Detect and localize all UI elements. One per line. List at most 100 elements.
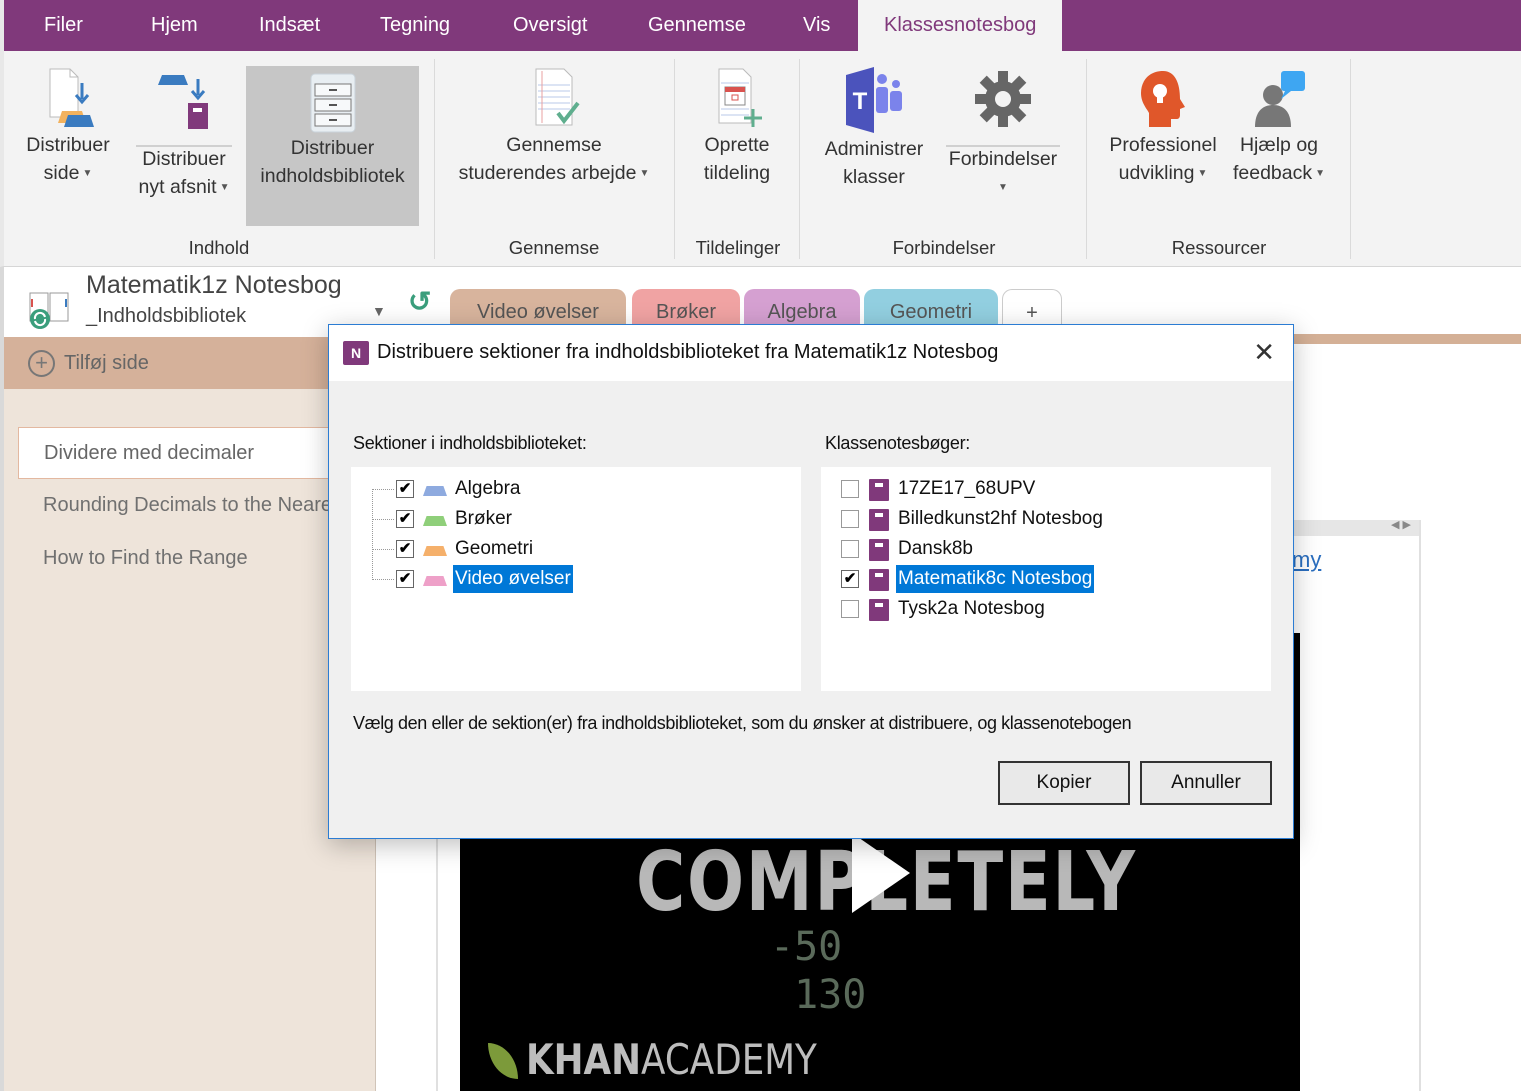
section-checkbox[interactable]: ✔ xyxy=(396,570,414,588)
group-label-ressourcer: Ressourcer xyxy=(1171,237,1267,258)
forbindelser-label: Forbindelser xyxy=(948,148,1058,170)
tab-gennemse[interactable]: Gennemse xyxy=(644,0,750,51)
notebook-subtitle: _Indholdsbibliotek xyxy=(86,305,247,327)
group-separator xyxy=(1350,59,1351,259)
undo-sync-icon[interactable]: ↺ xyxy=(408,285,431,318)
notebook-icon xyxy=(869,479,889,501)
chevron-down-icon: ▼ xyxy=(998,181,1008,193)
notebook-row[interactable]: ✔ Matematik8c Notesbog xyxy=(840,565,1260,595)
opret-tildeling-button[interactable]: Oprette tildeling xyxy=(690,65,784,187)
plus-circle-icon: + xyxy=(28,350,55,377)
create-assignment-icon xyxy=(718,68,762,127)
section-row[interactable]: ✔ Video øvelser xyxy=(395,565,695,595)
group-label-tildelinger: Tildelinger xyxy=(695,237,781,258)
chevron-down-icon: ▼ xyxy=(1197,167,1208,179)
add-page-button[interactable]: + Tilføj side xyxy=(4,337,376,389)
notebook-title[interactable]: Matematik1z Notesbog xyxy=(86,271,342,300)
tree-connector xyxy=(372,519,394,520)
chevron-down-icon: ▼ xyxy=(82,167,93,179)
tab-filer[interactable]: Filer xyxy=(40,0,87,51)
section-color-icon xyxy=(423,546,447,556)
notebook-icon xyxy=(869,509,889,531)
cancel-button[interactable]: Annuller xyxy=(1140,761,1272,805)
gennemse-arbejde-button[interactable]: Gennemse studerendes arbejde ▼ xyxy=(450,65,658,188)
professionel-udvikling-button[interactable]: Professionel udvikling ▼ xyxy=(1102,65,1224,188)
dialog-titlebar: N Distribuere sektioner fra indholdsbibl… xyxy=(329,325,1293,381)
notebook-checkbox[interactable] xyxy=(841,510,859,528)
notebook-icon xyxy=(869,599,889,621)
group-label-forbindelser: Forbindelser xyxy=(892,237,996,258)
hjaelp-label1: Hjælp og xyxy=(1239,134,1319,156)
distribuer-side-button[interactable]: Distribuer side ▼ xyxy=(20,65,116,188)
logo-rest: ACADEMY xyxy=(641,1035,817,1084)
notebooks-label: Klassenotesbøger: xyxy=(825,433,970,453)
review-document-icon xyxy=(535,68,580,126)
tab-tegning[interactable]: Tegning xyxy=(376,0,454,51)
distribute-page-icon xyxy=(49,68,94,127)
group-separator xyxy=(434,59,435,259)
section-checkbox[interactable]: ✔ xyxy=(396,540,414,558)
tab-indsaet[interactable]: Indsæt xyxy=(255,0,324,51)
section-checkbox[interactable]: ✔ xyxy=(396,510,414,528)
section-tab-label: Geometri xyxy=(889,301,973,323)
notebook-label: 17ZE17_68UPV xyxy=(898,478,1036,499)
group-separator xyxy=(1086,59,1087,259)
section-tab-label: Video øvelser xyxy=(477,301,599,323)
logo-bold: KHAN xyxy=(526,1035,642,1084)
forbindelser-button[interactable]: Forbindelser ▼ xyxy=(942,65,1064,202)
group-label-indhold: Indhold xyxy=(188,237,250,258)
administrer-klasser-button[interactable]: T Administrer klasser xyxy=(814,65,934,191)
section-checkbox[interactable]: ✔ xyxy=(396,480,414,498)
notebook-row[interactable]: 17ZE17_68UPV xyxy=(840,475,1260,505)
group-separator xyxy=(674,59,675,259)
tab-klassesnotesbog[interactable]: Klassesnotesbog xyxy=(858,0,1063,51)
notebook-label: Matematik8c Notesbog xyxy=(896,565,1095,593)
notebook-label: Tysk2a Notesbog xyxy=(898,598,1045,619)
opret-tildeling-label1: Oprette xyxy=(704,134,770,156)
tab-oversigt[interactable]: Oversigt xyxy=(509,0,591,51)
gear-icon xyxy=(975,71,1031,127)
section-row[interactable]: ✔ Geometri xyxy=(395,535,695,565)
khan-academy-logo: KHANACADEMY xyxy=(526,1035,817,1084)
teams-icon: T xyxy=(846,67,902,133)
notebook-icon xyxy=(869,569,889,591)
notebook-row[interactable]: Billedkunst2hf Notesbog xyxy=(840,505,1260,535)
video-link[interactable]: my xyxy=(1292,547,1321,573)
notebook-icon xyxy=(869,539,889,561)
chalk-line: 130 xyxy=(794,972,867,1018)
scroll-arrows-icon[interactable]: ◀ ▶ xyxy=(1391,518,1411,531)
tree-connector xyxy=(372,549,394,550)
notebook-checkbox[interactable] xyxy=(841,480,859,498)
notebook-row[interactable]: Dansk8b xyxy=(840,535,1260,565)
ribbon: Distribuer side ▼ Distribuer nyt afsnit ▼ … xyxy=(0,51,1521,267)
notebook-label: Billedkunst2hf Notesbog xyxy=(898,508,1103,529)
notebook-checkbox[interactable] xyxy=(841,540,859,558)
head-lightbulb-icon xyxy=(1141,71,1185,127)
chalk-line: -50 xyxy=(770,924,843,970)
section-row[interactable]: ✔ Brøker xyxy=(395,505,695,535)
notebook-checkbox[interactable] xyxy=(841,600,859,618)
menu-tab-bar: Filer Hjem Indsæt Tegning Oversigt Genne… xyxy=(0,0,1521,51)
administrer-klasser-label1: Administrer xyxy=(824,138,924,160)
hjaelp-label2: feedback xyxy=(1232,162,1313,184)
section-tab-label: Algebra xyxy=(767,301,837,323)
notebook-checkbox[interactable]: ✔ xyxy=(841,570,859,588)
notebook-dropdown-icon[interactable]: ▼ xyxy=(372,303,386,319)
video-chalk-text: -50 130 xyxy=(770,923,866,1019)
tab-vis[interactable]: Vis xyxy=(799,0,834,51)
section-row[interactable]: ✔ Algebra xyxy=(395,475,695,505)
tree-connector xyxy=(372,489,373,580)
distribuer-afsnit-label1: Distribuer xyxy=(142,148,226,170)
distribuer-afsnit-button[interactable]: Distribuer nyt afsnit ▼ xyxy=(134,65,234,202)
split-divider xyxy=(946,145,1060,147)
distribuer-afsnit-label2: nyt afsnit xyxy=(138,176,217,198)
hjaelp-feedback-button[interactable]: Hjælp og feedback ▼ xyxy=(1226,65,1332,188)
tab-hjem[interactable]: Hjem xyxy=(147,0,202,51)
close-icon[interactable]: ✕ xyxy=(1253,337,1275,368)
notebook-row[interactable]: Tysk2a Notesbog xyxy=(840,595,1260,625)
copy-button[interactable]: Kopier xyxy=(998,761,1130,805)
svg-text:T: T xyxy=(853,88,868,115)
play-icon[interactable] xyxy=(852,833,910,913)
gennemse-arbejde-label1: Gennemse xyxy=(506,134,602,156)
distribuer-bibliotek-button[interactable]: Distribuer indholdsbibliotek xyxy=(246,66,419,226)
